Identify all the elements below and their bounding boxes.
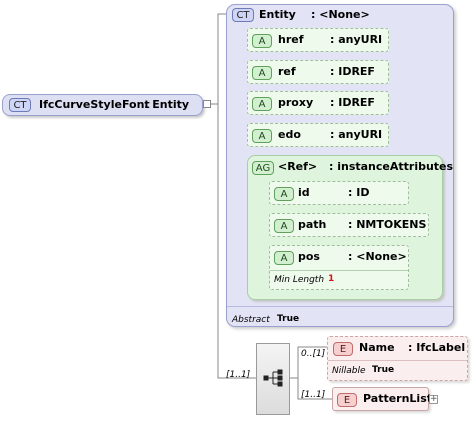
nillable-label: Nillable	[332, 366, 366, 376]
element-badge: E	[337, 393, 357, 407]
nillable-value: True	[372, 365, 395, 375]
complex-type-badge: CT	[9, 98, 31, 112]
attribute-type: : IDREF	[330, 96, 375, 109]
patternlist-expand-button[interactable]: +	[429, 395, 438, 404]
expand-icon: +	[430, 394, 438, 404]
root-type: : Entity	[144, 98, 190, 111]
attribute-group-badge: AG	[252, 161, 274, 175]
patternlist-multiplicity: [1..1]	[301, 390, 326, 400]
attribute-type: : ID	[348, 186, 370, 199]
attribute-name: edo	[278, 128, 301, 141]
attribute-name: proxy	[278, 96, 314, 109]
abstract-label: Abstract	[232, 315, 270, 325]
attribute-name: id	[298, 186, 310, 199]
attribute-badge: A	[274, 187, 294, 201]
attribute-badge: A	[252, 66, 272, 80]
attribute-type: : anyURI	[330, 33, 383, 46]
attribute-badge: A	[274, 251, 294, 265]
attribute-proxy[interactable]: A proxy : IDREF	[247, 91, 389, 115]
attribute-type: : <None>	[348, 250, 407, 263]
sequence-multiplicity: [1..1]	[226, 370, 251, 380]
attribute-name: ref	[278, 65, 296, 78]
element-badge: E	[333, 342, 353, 356]
sequence-icon	[263, 369, 283, 387]
attribute-pos[interactable]: A pos : <None> Min Length 1	[269, 245, 409, 290]
element-name-label: Name	[359, 341, 395, 354]
attribute-type: : IDREF	[330, 65, 375, 78]
attribute-type: : NMTOKENS	[348, 218, 427, 231]
sequence-compositor[interactable]	[256, 343, 290, 415]
entity-name: Entity	[259, 8, 296, 21]
attribute-badge: A	[252, 129, 272, 143]
attribute-path[interactable]: A path : NMTOKENS	[269, 213, 429, 237]
facet-value: 1	[328, 274, 335, 284]
facet-label: Min Length	[274, 275, 325, 285]
attribute-group-name: <Ref>	[278, 160, 318, 173]
attribute-badge: A	[252, 97, 272, 111]
attribute-badge: A	[274, 219, 294, 233]
attribute-ref[interactable]: A ref : IDREF	[247, 60, 389, 84]
root-expand-toggle[interactable]	[203, 100, 211, 108]
entity-divider	[227, 306, 453, 307]
attribute-badge: A	[252, 34, 272, 48]
element-divider	[328, 360, 467, 361]
element-name[interactable]: E Name : IfcLabel Nillable True	[327, 336, 468, 381]
attribute-type: : anyURI	[330, 128, 383, 141]
attribute-group-type: : instanceAttributes	[329, 160, 454, 173]
attribute-name: href	[278, 33, 304, 46]
root-node[interactable]: CT IfcCurveStyleFont : Entity	[2, 94, 203, 116]
entity-ct-badge: CT	[232, 8, 254, 22]
root-name: IfcCurveStyleFont	[39, 98, 150, 111]
attribute-id[interactable]: A id : ID	[269, 181, 409, 205]
attribute-name: pos	[298, 250, 320, 263]
element-patternlist-label: PatternList	[363, 392, 433, 405]
attribute-name: path	[298, 218, 327, 231]
facet-divider	[270, 270, 408, 271]
attribute-href[interactable]: A href : anyURI	[247, 28, 389, 52]
abstract-value: True	[277, 314, 300, 324]
element-name-type: : IfcLabel	[408, 341, 466, 354]
entity-type: : <None>	[311, 8, 370, 21]
element-patternlist[interactable]: E PatternList	[332, 387, 433, 411]
name-multiplicity: 0..[1]	[301, 349, 326, 359]
attribute-edo[interactable]: A edo : anyURI	[247, 123, 389, 147]
